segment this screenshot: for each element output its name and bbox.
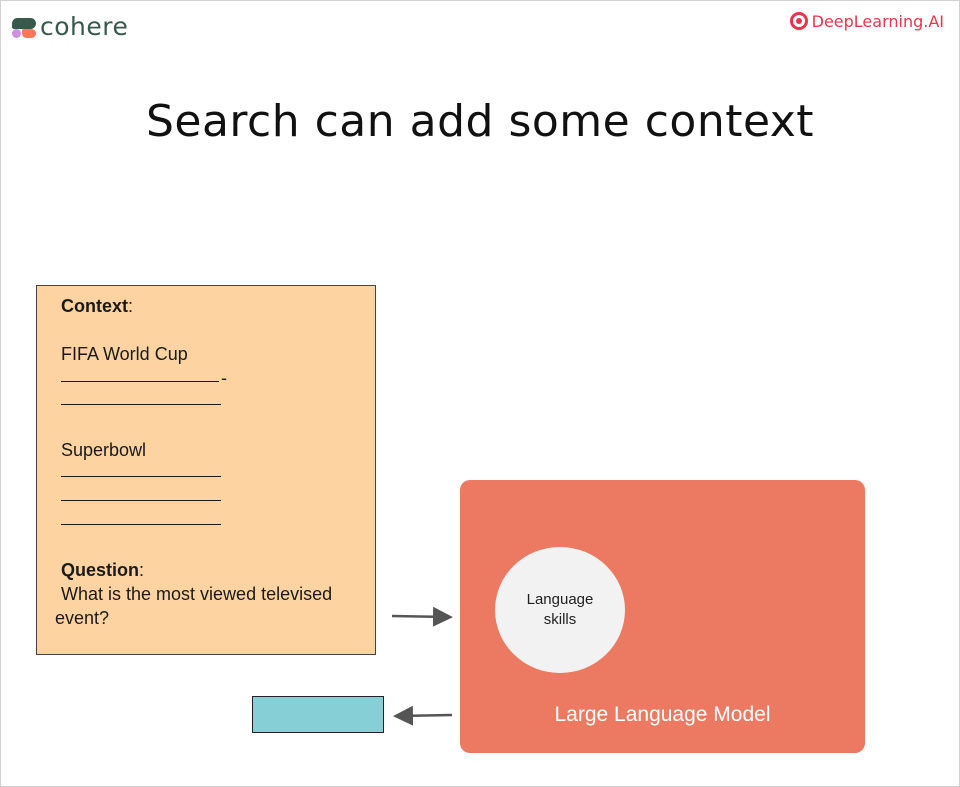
skills-line2: skills [543, 611, 577, 628]
output-box [252, 696, 384, 733]
skills-line1: Language [526, 591, 594, 608]
llm-box: Language skills Large Language Model [460, 480, 865, 753]
language-skills-circle: Language skills [495, 547, 625, 673]
output-arrow [393, 705, 453, 726]
input-arrow [391, 606, 453, 627]
llm-label: Large Language Model [554, 703, 771, 726]
